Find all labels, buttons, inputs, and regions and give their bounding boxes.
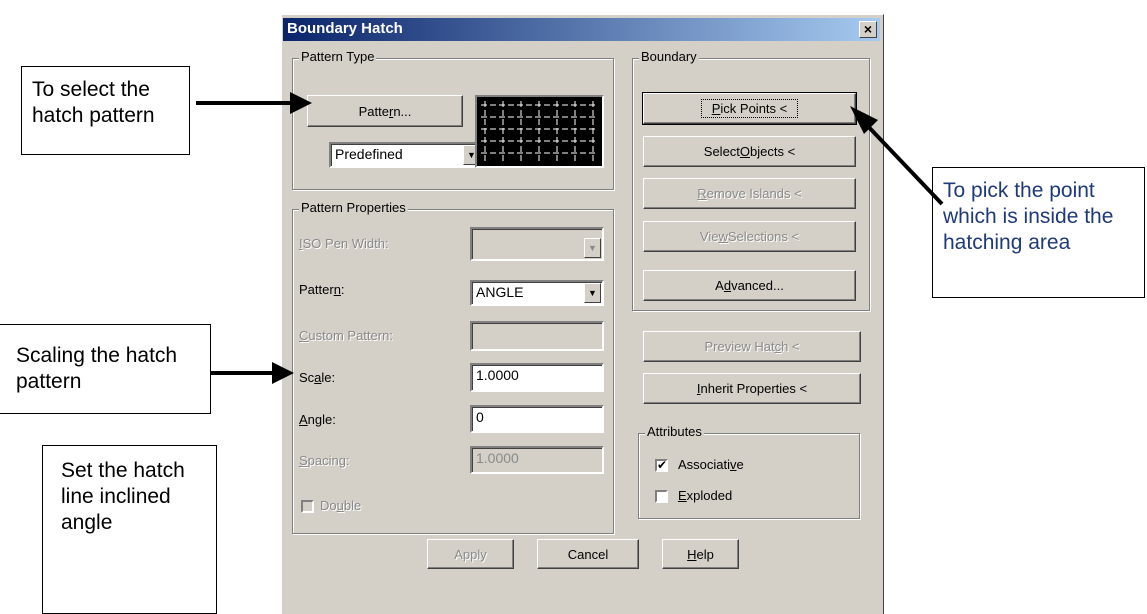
cancel-button[interactable]: Cancel — [537, 539, 639, 569]
inherit-properties-button[interactable]: Inherit Properties < — [643, 373, 861, 404]
associative-checkbox[interactable]: ✔ — [655, 459, 668, 472]
callout-select-pattern: To select the hatch pattern — [21, 66, 190, 155]
spacing-value: 1.0000 — [476, 450, 519, 466]
check-mark-icon: ✔ — [657, 458, 668, 472]
remove-islands-button[interactable]: Remove Islands < — [643, 178, 856, 209]
pattern-label: Pattern: — [299, 282, 345, 297]
pattern-properties-group-label: Pattern Properties — [299, 200, 408, 215]
associative-label: Associative — [678, 457, 744, 472]
iso-pen-width-select[interactable]: ▼ — [470, 227, 604, 261]
pattern-type-select[interactable]: Predefined ▼ — [329, 142, 483, 168]
pattern-type-select-value: Predefined — [335, 146, 403, 162]
pattern-name-value: ANGLE — [476, 284, 524, 300]
chevron-down-icon[interactable]: ▼ — [584, 283, 601, 303]
preview-hatch-button[interactable]: Preview Hat c h < — [643, 331, 861, 362]
attributes-group-label: Attributes — [645, 424, 704, 439]
boundary-group-label: Boundary — [639, 49, 699, 64]
iso-pen-width-label: ISO Pen Width: — [299, 236, 389, 251]
advanced-button[interactable]: Ad vanced... — [643, 270, 856, 301]
custom-pattern-field[interactable] — [470, 321, 604, 351]
scale-input[interactable]: 1.0000 — [470, 363, 604, 392]
arrow-pick-point — [850, 106, 944, 206]
pick-points-button[interactable]: Pick Points < — [642, 92, 857, 125]
angle-label: Angle: — [299, 412, 336, 427]
title-bar[interactable]: Boundary Hatch × — [283, 18, 880, 41]
arrow-select-pattern — [196, 101, 292, 105]
spacing-input[interactable]: 1.0000 — [470, 446, 604, 474]
apply-button[interactable]: Apply — [427, 539, 514, 569]
spacing-label: Spacing: — [299, 453, 350, 468]
exploded-label: Exploded — [678, 488, 733, 503]
attributes-group: Attributes — [638, 424, 860, 519]
angle-value: 0 — [476, 409, 484, 425]
callout-angle: Set the hatch line inclined angle — [42, 445, 217, 614]
close-button[interactable]: × — [859, 21, 877, 38]
pattern-name-select[interactable]: ANGLE ▼ — [470, 280, 604, 306]
arrow-head-scaling — [272, 362, 294, 384]
custom-pattern-label: Custom Pattern: — [299, 328, 393, 343]
view-selections-button[interactable]: Vie w Selections < — [643, 221, 856, 252]
window-title: Boundary Hatch — [287, 20, 403, 37]
arrow-head-select-pattern — [290, 92, 312, 114]
select-objects-button[interactable]: Select Objects < — [643, 136, 856, 167]
angle-input[interactable]: 0 — [470, 405, 604, 433]
arrow-scaling — [211, 371, 275, 375]
pattern-type-group-label: Pattern Type — [299, 49, 377, 64]
chevron-down-icon[interactable]: ▼ — [584, 238, 601, 258]
exploded-checkbox[interactable] — [655, 490, 668, 503]
help-button[interactable]: Help — [662, 539, 739, 569]
callout-scaling: Scaling the hatch pattern — [0, 324, 211, 414]
scale-label: Scale: — [299, 370, 336, 385]
double-checkbox[interactable] — [301, 500, 314, 513]
callout-pick-point: To pick the point which is inside the ha… — [932, 167, 1145, 298]
hatch-preview-icon[interactable] — [475, 95, 604, 168]
pattern-button[interactable]: Patte r n... — [307, 95, 463, 127]
scale-value: 1.0000 — [476, 367, 519, 383]
double-label: Double — [320, 498, 362, 513]
hatch-grid-icon — [481, 101, 598, 162]
